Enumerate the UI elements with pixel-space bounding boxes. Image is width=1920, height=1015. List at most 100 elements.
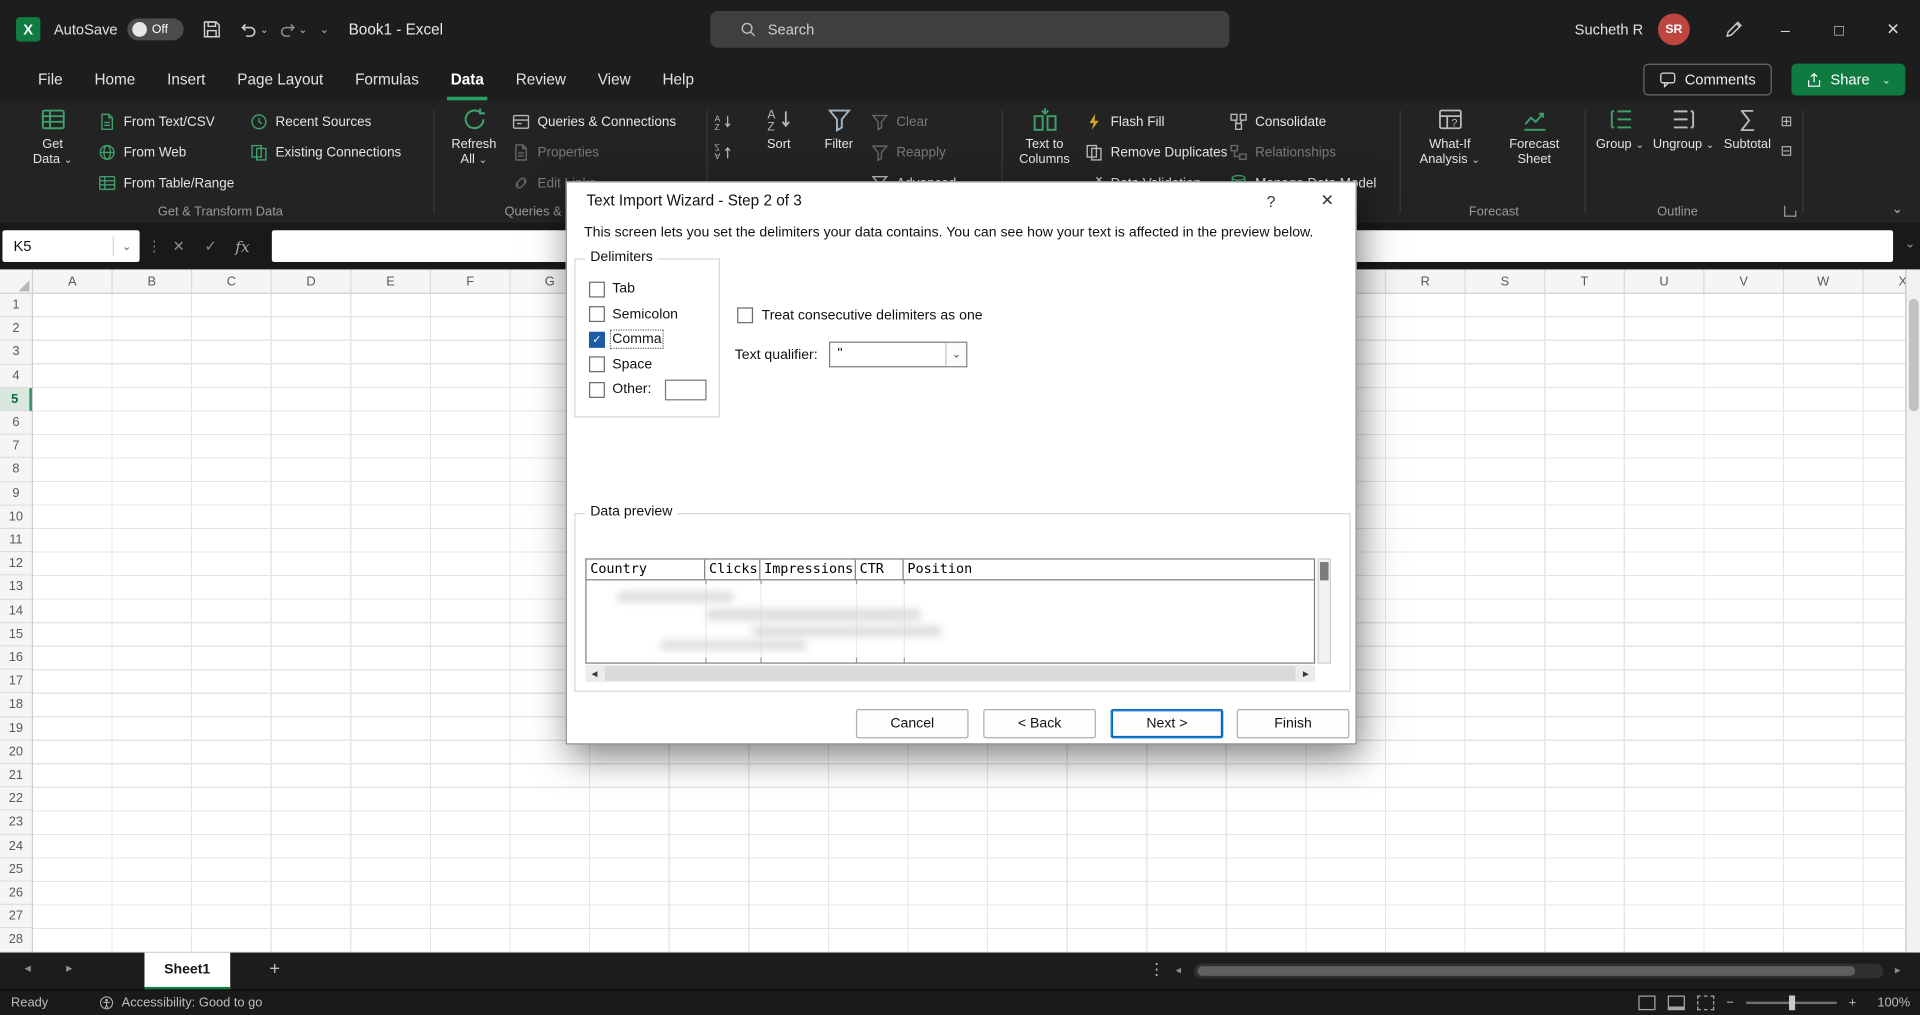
menu-tab-file[interactable]: File	[22, 59, 79, 101]
column-header-t[interactable]: T	[1545, 269, 1625, 293]
next-button[interactable]: Next >	[1111, 709, 1224, 738]
forecast-sheet-button[interactable]: Forecast Sheet	[1498, 107, 1571, 188]
delimiter-checkbox-space[interactable]	[589, 357, 605, 373]
row-header-21[interactable]: 21	[0, 764, 32, 788]
close-button[interactable]: ✕	[1866, 0, 1920, 59]
ungroup-button[interactable]: Ungroup⌄	[1651, 107, 1717, 188]
ink-pen-icon[interactable]	[1709, 11, 1758, 48]
show-detail-button[interactable]: ⊞	[1773, 107, 1800, 136]
insert-function-icon[interactable]: fx	[228, 230, 257, 262]
row-header-13[interactable]: 13	[0, 576, 32, 600]
hide-detail-button[interactable]: ⊟	[1773, 136, 1800, 165]
row-header-1[interactable]: 1	[0, 294, 32, 318]
column-header-a[interactable]: A	[33, 269, 113, 293]
remove-duplicates-button[interactable]: Remove Duplicates	[1085, 137, 1228, 168]
menu-tab-data[interactable]: Data	[435, 59, 500, 101]
name-box[interactable]: K5 ⌄	[2, 230, 139, 262]
name-box-chevron-icon[interactable]: ⌄	[113, 236, 140, 256]
dialog-title-bar[interactable]: Text Import Wizard - Step 2 of 3	[567, 182, 1356, 219]
row-header-18[interactable]: 18	[0, 694, 32, 718]
column-header-v[interactable]: V	[1704, 269, 1784, 293]
row-header-7[interactable]: 7	[0, 435, 32, 459]
delimiter-row-tab[interactable]: Tab	[589, 277, 714, 302]
row-header-4[interactable]: 4	[0, 364, 32, 388]
dialog-help-button[interactable]: ?	[1254, 185, 1288, 217]
delimiter-checkbox-semicolon[interactable]	[589, 306, 605, 322]
prev-sheet-arrow-icon[interactable]: ◂	[24, 962, 30, 975]
formula-bar-grip-icon[interactable]: ⋮	[147, 230, 162, 262]
subtotal-button[interactable]: ∑ Subtotal	[1719, 107, 1775, 188]
what-if-analysis-button[interactable]: What-If Analysis⌄	[1412, 107, 1488, 188]
horizontal-scrollbar-thumb[interactable]	[1198, 966, 1856, 976]
maximize-button[interactable]: □	[1812, 0, 1866, 59]
menu-tab-view[interactable]: View	[582, 59, 647, 101]
delimiter-checkbox-comma[interactable]: ✓	[589, 332, 605, 348]
row-header-2[interactable]: 2	[0, 317, 32, 341]
save-icon[interactable]	[194, 11, 231, 48]
preview-hscroll-right-arrow-icon[interactable]: ►	[1297, 668, 1315, 679]
text-to-columns-button[interactable]: Text to Columns	[1009, 107, 1080, 188]
search-input[interactable]: Search	[710, 11, 1229, 48]
row-header-26[interactable]: 26	[0, 882, 32, 906]
sort-button[interactable]: Sort	[751, 107, 807, 188]
dialog-close-button[interactable]: ✕	[1310, 185, 1344, 217]
normal-view-icon[interactable]	[1638, 996, 1655, 1011]
row-header-28[interactable]: 28	[0, 929, 32, 953]
from-web-button[interactable]: From Web	[98, 137, 234, 168]
row-header-19[interactable]: 19	[0, 717, 32, 741]
collapse-ribbon-chevron-icon[interactable]: ⌄	[1892, 201, 1903, 217]
row-header-6[interactable]: 6	[0, 411, 32, 435]
treat-consecutive-checkbox[interactable]	[737, 307, 753, 323]
preview-horizontal-scrollbar[interactable]: ◄ ►	[585, 665, 1315, 682]
row-header-20[interactable]: 20	[0, 741, 32, 765]
row-header-24[interactable]: 24	[0, 835, 32, 859]
comments-button[interactable]: Comments	[1643, 64, 1772, 96]
existing-connections-button[interactable]: Existing Connections	[250, 137, 402, 168]
share-button[interactable]: Share ⌄	[1791, 64, 1905, 96]
menu-tab-help[interactable]: Help	[647, 59, 710, 101]
vertical-scrollbar[interactable]	[1905, 269, 1920, 952]
column-header-w[interactable]: W	[1784, 269, 1864, 293]
delimiter-row-other[interactable]: Other:	[589, 377, 714, 402]
zoom-slider-knob[interactable]	[1789, 996, 1795, 1011]
outline-dialog-launcher-icon[interactable]	[1784, 206, 1795, 217]
menu-tab-review[interactable]: Review	[500, 59, 582, 101]
row-header-5[interactable]: 5	[0, 388, 32, 412]
menu-tab-formulas[interactable]: Formulas	[339, 59, 435, 101]
page-break-view-icon[interactable]	[1697, 996, 1714, 1011]
recent-sources-button[interactable]: Recent Sources	[250, 107, 402, 138]
zoom-out-button[interactable]: −	[1726, 996, 1734, 1011]
treat-consecutive-row[interactable]: Treat consecutive delimiters as one	[737, 307, 982, 323]
next-sheet-arrow-icon[interactable]: ▸	[66, 962, 72, 975]
row-header-3[interactable]: 3	[0, 341, 32, 365]
finish-button[interactable]: Finish	[1237, 709, 1350, 738]
get-data-button[interactable]: Get Data⌄	[20, 107, 86, 188]
redo-chevron-icon[interactable]: ⌄	[298, 23, 307, 36]
text-qualifier-select[interactable]: " ⌄	[829, 342, 967, 368]
row-header-22[interactable]: 22	[0, 788, 32, 812]
undo-chevron-icon[interactable]: ⌄	[260, 23, 269, 36]
column-header-b[interactable]: B	[113, 269, 193, 293]
sort-ascending-button[interactable]	[714, 107, 732, 138]
row-header-9[interactable]: 9	[0, 482, 32, 506]
autosave-toggle[interactable]: Off	[127, 18, 183, 40]
row-header-16[interactable]: 16	[0, 647, 32, 671]
queries-connections-button[interactable]: Queries & Connections	[512, 107, 676, 138]
column-header-d[interactable]: D	[272, 269, 352, 293]
menu-tab-insert[interactable]: Insert	[151, 59, 221, 101]
delimiter-checkbox-tab[interactable]	[589, 281, 605, 297]
row-header-14[interactable]: 14	[0, 600, 32, 624]
column-header-c[interactable]: C	[192, 269, 272, 293]
row-header-8[interactable]: 8	[0, 458, 32, 482]
flash-fill-button[interactable]: Flash Fill	[1085, 107, 1228, 138]
horizontal-scrollbar[interactable]	[1194, 964, 1883, 979]
preview-vertical-scrollbar[interactable]	[1318, 558, 1331, 663]
delimiter-row-comma[interactable]: ✓Comma	[589, 327, 714, 352]
refresh-all-button[interactable]: Refresh All⌄	[443, 107, 504, 188]
user-name[interactable]: Sucheth R	[1575, 21, 1644, 38]
preview-hscroll-left-arrow-icon[interactable]: ◄	[585, 668, 603, 679]
column-header-e[interactable]: E	[351, 269, 431, 293]
excel-logo-icon[interactable]: X	[16, 17, 40, 41]
other-delimiter-input[interactable]	[665, 379, 707, 400]
row-header-27[interactable]: 27	[0, 905, 32, 929]
